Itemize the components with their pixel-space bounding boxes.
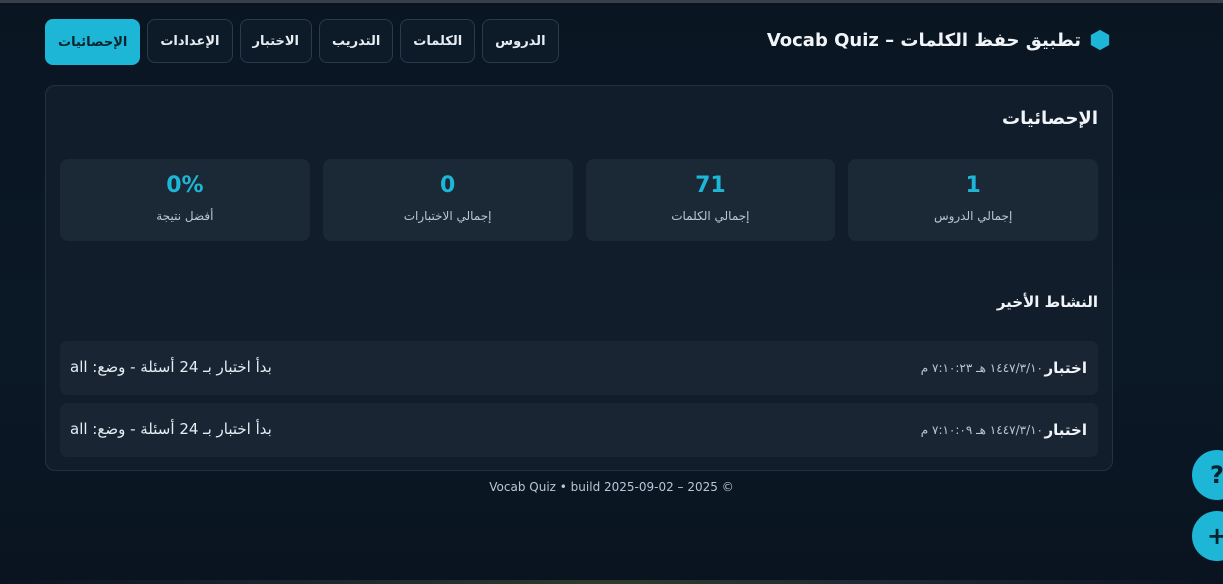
stat-value: 0% [166, 173, 204, 198]
stats-panel: الإحصائيات 1 إجمالي الدروس 71 إجمالي الك… [45, 85, 1113, 471]
activity-type: اختبار [1044, 359, 1087, 377]
header: تطبيق حفظ الكلمات – Vocab Quiz الإحصائيا… [45, 19, 1113, 65]
hexagon-logo-icon [1090, 29, 1110, 51]
nav-tab-training[interactable]: التدريب [319, 19, 394, 63]
stat-value: 71 [695, 173, 726, 198]
stat-card-words: 71 إجمالي الكلمات [585, 159, 836, 241]
activity-item: اختبار ١٤٤٧/٣/١٠ هـ ٧:١٠:٠٩ م بدأ اختبار… [60, 403, 1098, 457]
activity-description: بدأ اختبار بـ 24 أسئلة - وضع: all [70, 358, 272, 376]
nav-tab-words[interactable]: الكلمات [400, 19, 476, 63]
stat-label: إجمالي الكلمات [671, 209, 750, 223]
nav-tab-lessons[interactable]: الدروس [482, 19, 559, 63]
stat-label: أفضل نتيجة [156, 209, 214, 223]
nav-tab-stats[interactable]: الإحصائيات [45, 19, 141, 65]
app-title: تطبيق حفظ الكلمات – Vocab Quiz [766, 29, 1081, 51]
window-top-border [0, 0, 1223, 3]
stat-value: 1 [965, 173, 981, 198]
window-bottom-border [0, 580, 1223, 584]
stat-label: إجمالي الدروس [933, 209, 1013, 223]
activity-description: بدأ اختبار بـ 24 أسئلة - وضع: all [70, 420, 272, 438]
page-title: الإحصائيات [1002, 108, 1098, 129]
main-nav: الإحصائيات الإعدادات الاختبار التدريب ال… [45, 19, 559, 65]
stats-cards: 1 إجمالي الدروس 71 إجمالي الكلمات 0 إجما… [60, 159, 1098, 241]
nav-tab-settings[interactable]: الإعدادات [147, 19, 233, 63]
activity-type: اختبار [1044, 421, 1087, 439]
stat-value: 0 [439, 173, 456, 198]
activity-item: اختبار ١٤٤٧/٣/١٠ هـ ٧:١٠:٢٣ م بدأ اختبار… [60, 341, 1098, 395]
stat-label: إجمالي الاختبارات [403, 209, 492, 223]
footer: Vocab Quiz • build 2025-09-02 – 2025 © [489, 480, 734, 494]
stat-card-quizzes: 0 إجمالي الاختبارات [322, 159, 573, 241]
brand: تطبيق حفظ الكلمات – Vocab Quiz [767, 29, 1111, 51]
recent-activity-title: النشاط الأخير [996, 293, 1098, 311]
stat-card-best-score: 0% أفضل نتيجة [60, 159, 310, 241]
activity-time: ١٤٤٧/٣/١٠ هـ ٧:١٠:٢٣ م [920, 361, 1043, 375]
add-button[interactable]: + [1192, 511, 1223, 561]
stat-card-lessons: 1 إجمالي الدروس [848, 159, 1098, 241]
activity-time: ١٤٤٧/٣/١٠ هـ ٧:١٠:٠٩ م [920, 423, 1043, 437]
nav-tab-quiz[interactable]: الاختبار [239, 19, 313, 63]
